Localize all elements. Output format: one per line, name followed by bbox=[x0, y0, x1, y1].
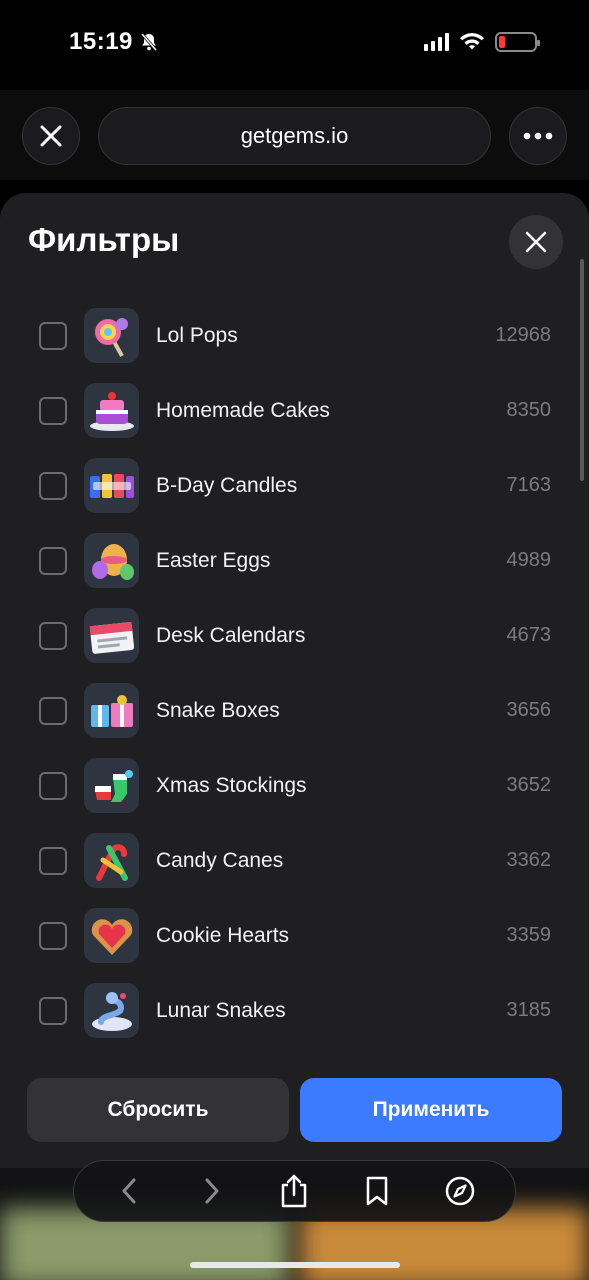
url-bar[interactable]: getgems.io bbox=[98, 107, 491, 165]
filter-count: 3652 bbox=[506, 774, 552, 796]
filter-checkbox[interactable] bbox=[39, 997, 67, 1025]
snake-icon bbox=[84, 983, 139, 1038]
easter-egg-icon bbox=[84, 533, 139, 588]
candles-icon bbox=[84, 458, 139, 513]
status-bar: 15:19 bbox=[0, 0, 589, 90]
filter-count: 4673 bbox=[506, 624, 552, 646]
filter-label: B-Day Candles bbox=[156, 474, 298, 497]
back-button[interactable] bbox=[107, 1169, 151, 1213]
sheet-title: Фильтры bbox=[28, 221, 180, 258]
stocking-icon bbox=[84, 758, 139, 813]
filter-label: Easter Eggs bbox=[156, 549, 271, 572]
browser-toolbar bbox=[73, 1160, 516, 1222]
filter-row-cookie-hearts[interactable]: Cookie Hearts 3359 bbox=[0, 898, 589, 973]
silent-bell-icon bbox=[140, 33, 158, 51]
candy-cane-icon bbox=[84, 833, 139, 888]
filter-checkbox[interactable] bbox=[39, 397, 67, 425]
filter-label: Lol Pops bbox=[156, 324, 238, 347]
share-icon bbox=[282, 1174, 307, 1208]
filter-row-xmas-stockings[interactable]: Xmas Stockings 3652 bbox=[0, 748, 589, 823]
filter-checkbox[interactable] bbox=[39, 922, 67, 950]
filter-label: Cookie Hearts bbox=[156, 924, 290, 947]
close-filters-button[interactable] bbox=[509, 215, 563, 269]
browser-top-bar: getgems.io bbox=[0, 90, 589, 180]
clock: 15:19 bbox=[69, 28, 133, 55]
lollipop-icon bbox=[84, 308, 139, 363]
cookie-heart-icon bbox=[84, 908, 139, 963]
filter-row-snake-boxes[interactable]: Snake Boxes 3656 bbox=[0, 673, 589, 748]
apply-button[interactable]: Применить bbox=[300, 1078, 562, 1142]
share-button[interactable] bbox=[272, 1169, 316, 1213]
gift-box-icon bbox=[84, 683, 139, 738]
url-text: getgems.io bbox=[240, 123, 349, 148]
filter-row-lunar-snakes[interactable]: Lunar Snakes 3185 bbox=[0, 973, 589, 1048]
filter-label: Candy Canes bbox=[156, 849, 284, 872]
filter-label: Lunar Snakes bbox=[156, 999, 286, 1022]
filter-checkbox[interactable] bbox=[39, 697, 67, 725]
bookmark-icon bbox=[366, 1176, 388, 1206]
filter-row-desk-calendars[interactable]: Desk Calendars 4673 bbox=[0, 598, 589, 673]
more-options-button[interactable] bbox=[509, 107, 567, 165]
home-indicator[interactable] bbox=[190, 1262, 400, 1268]
ellipsis-icon bbox=[523, 132, 553, 140]
close-icon bbox=[525, 231, 547, 253]
filter-label: Homemade Cakes bbox=[156, 399, 330, 422]
bookmarks-button[interactable] bbox=[355, 1169, 399, 1213]
battery-icon bbox=[495, 32, 540, 52]
filter-checkbox[interactable] bbox=[39, 472, 67, 500]
filter-checkbox[interactable] bbox=[39, 622, 67, 650]
wifi-icon bbox=[460, 33, 484, 50]
filter-checkbox[interactable] bbox=[39, 772, 67, 800]
filter-count: 7163 bbox=[506, 474, 552, 496]
battery-level bbox=[499, 36, 505, 48]
close-icon bbox=[40, 125, 62, 147]
filter-checkbox[interactable] bbox=[39, 547, 67, 575]
cellular-signal-icon bbox=[424, 33, 449, 51]
safari-compass-button[interactable] bbox=[438, 1169, 482, 1213]
filter-count: 3359 bbox=[506, 924, 552, 946]
cake-icon bbox=[84, 383, 139, 438]
status-time: 15:19 bbox=[69, 28, 159, 56]
filter-checkbox[interactable] bbox=[39, 847, 67, 875]
filter-list: Lol Pops 12968 Homemade Cakes 8350 B-Day… bbox=[0, 298, 589, 1048]
chevron-left-icon bbox=[122, 1178, 136, 1204]
filter-checkbox[interactable] bbox=[39, 322, 67, 350]
calendar-icon bbox=[84, 608, 139, 663]
filter-count: 4989 bbox=[506, 549, 552, 571]
filter-label: Desk Calendars bbox=[156, 624, 306, 647]
filter-row-easter-eggs[interactable]: Easter Eggs 4989 bbox=[0, 523, 589, 598]
filter-row-homemade-cakes[interactable]: Homemade Cakes 8350 bbox=[0, 373, 589, 448]
filter-row-bday-candles[interactable]: B-Day Candles 7163 bbox=[0, 448, 589, 523]
filter-count: 12968 bbox=[495, 324, 551, 346]
filter-row-candy-canes[interactable]: Candy Canes 3362 bbox=[0, 823, 589, 898]
chevron-right-icon bbox=[205, 1178, 219, 1204]
filter-count: 8350 bbox=[506, 399, 552, 421]
forward-button[interactable] bbox=[190, 1169, 234, 1213]
filter-row-lol-pops[interactable]: Lol Pops 12968 bbox=[0, 298, 589, 373]
close-browser-button[interactable] bbox=[22, 107, 80, 165]
filter-count: 3362 bbox=[506, 849, 552, 871]
filter-count: 3656 bbox=[506, 699, 552, 721]
filters-sheet: Фильтры Lol Pops 12968 Homemade Cakes 83… bbox=[0, 193, 589, 1168]
filter-label: Xmas Stockings bbox=[156, 774, 307, 797]
compass-icon bbox=[445, 1176, 474, 1206]
filter-label: Snake Boxes bbox=[156, 699, 280, 722]
filter-count: 3185 bbox=[506, 999, 552, 1021]
reset-button[interactable]: Сбросить bbox=[27, 1078, 289, 1142]
